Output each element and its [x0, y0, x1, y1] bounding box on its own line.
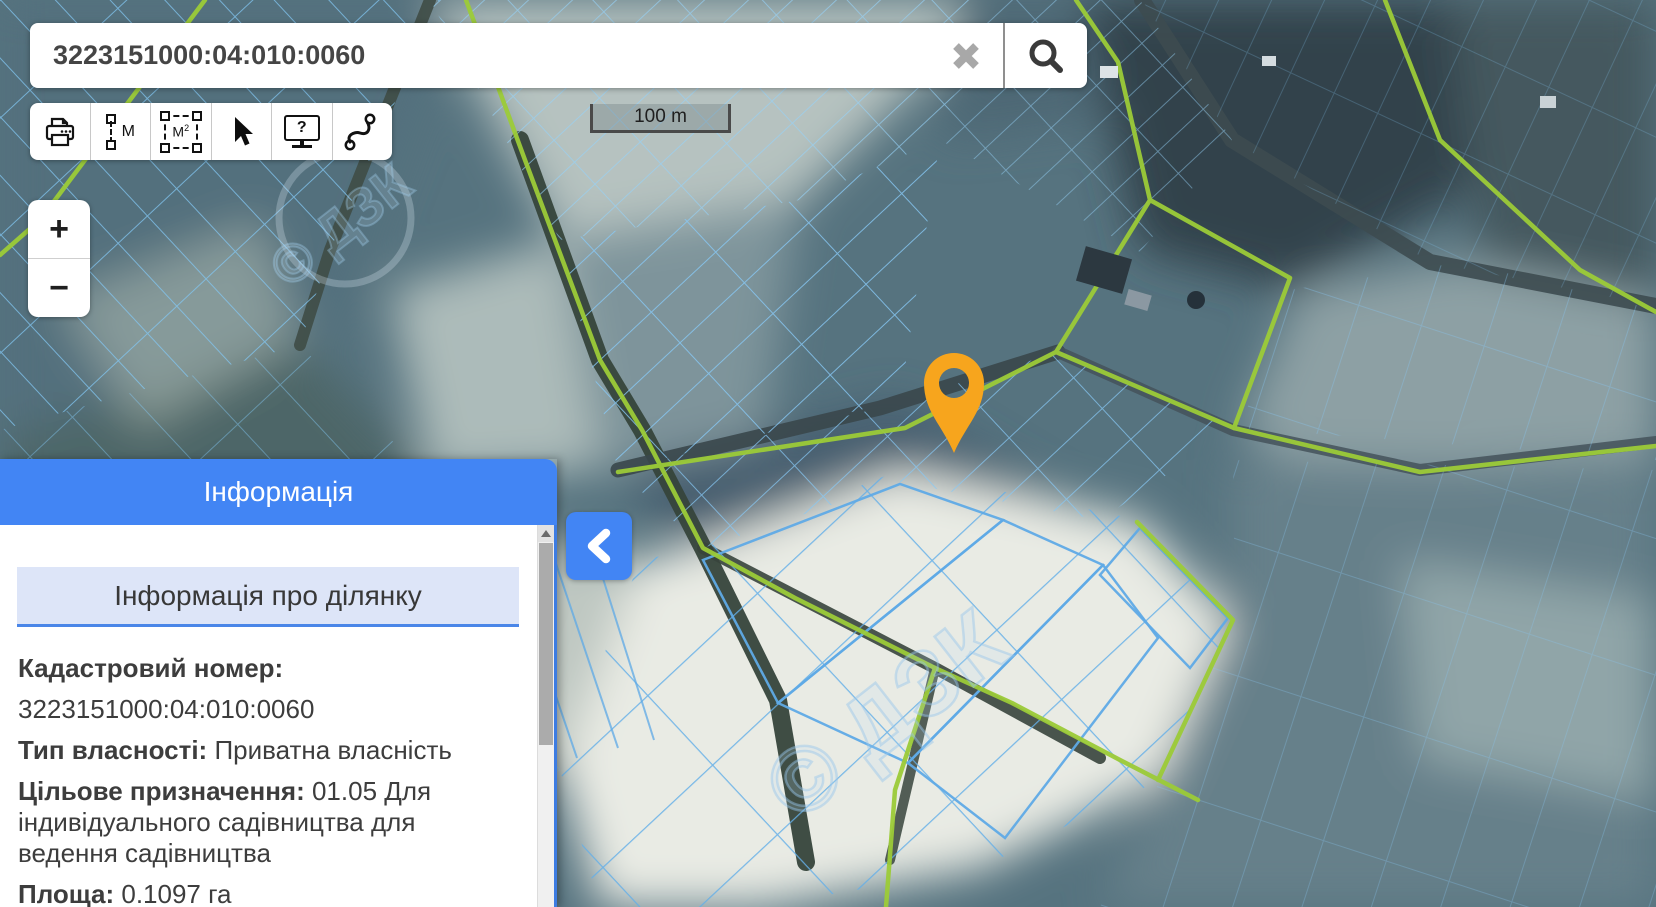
- section-title-box: Інформація про ділянку: [17, 567, 519, 627]
- search-input-wrap: [30, 23, 1003, 88]
- measure-area-icon: M2: [164, 115, 198, 149]
- parcel-details: Кадастровий номер: 3223151000:04:010:006…: [18, 653, 524, 907]
- route-button[interactable]: [333, 103, 393, 160]
- cadastral-number-value: 3223151000:04:010:0060: [18, 694, 524, 725]
- zoom-in-button[interactable]: +: [28, 200, 90, 259]
- location-marker[interactable]: [920, 349, 988, 459]
- cadastral-number-label: Кадастровий номер:: [18, 653, 524, 684]
- cadastral-map-app: © ДЗК © ДЗК: [0, 0, 1656, 907]
- chevron-left-icon: [581, 526, 617, 566]
- measure-length-icon: [106, 114, 116, 150]
- search-input[interactable]: [30, 23, 1003, 88]
- print-icon: [41, 114, 79, 150]
- purpose-row: Цільове призначення: 01.05 Для індивідуа…: [18, 776, 446, 869]
- scrollbar-thumb[interactable]: [539, 543, 553, 745]
- measure-length-label: M: [122, 123, 135, 141]
- section-title: Інформація про ділянку: [114, 580, 422, 612]
- info-panel-body[interactable]: Інформація про ділянку Кадастровий номер…: [0, 525, 557, 907]
- search-button[interactable]: [1005, 23, 1087, 88]
- cursor-icon: [224, 114, 258, 150]
- zoom-control: + −: [28, 200, 90, 317]
- print-button[interactable]: [30, 103, 91, 160]
- route-icon: [342, 112, 382, 152]
- measure-length-button[interactable]: M: [91, 103, 152, 160]
- clear-search-button[interactable]: [945, 35, 987, 77]
- clear-icon: [946, 36, 986, 76]
- area-row: Площа: 0.1097 га: [18, 879, 524, 907]
- scrollbar-up-button[interactable]: [538, 525, 554, 542]
- identify-help-button[interactable]: ?: [272, 103, 333, 160]
- select-cursor-button[interactable]: [212, 103, 273, 160]
- info-panel: Інформація Інформація про ділянку Кадаст…: [0, 459, 557, 907]
- scale-bar: 100 m: [590, 104, 731, 133]
- search-bar: [30, 23, 1087, 88]
- zoom-out-button[interactable]: −: [28, 259, 90, 317]
- search-icon: [1024, 34, 1068, 78]
- collapse-panel-button[interactable]: [566, 512, 632, 580]
- ownership-row: Тип власності: Приватна власність: [18, 735, 524, 766]
- map-toolbar: M M2 ?: [30, 103, 392, 160]
- info-panel-header: Інформація: [0, 459, 557, 525]
- info-panel-title: Інформація: [204, 476, 354, 508]
- help-screen-icon: ?: [284, 115, 320, 148]
- measure-area-button[interactable]: M2: [151, 103, 212, 160]
- panel-scrollbar[interactable]: [537, 525, 554, 907]
- scale-label: 100 m: [634, 106, 687, 128]
